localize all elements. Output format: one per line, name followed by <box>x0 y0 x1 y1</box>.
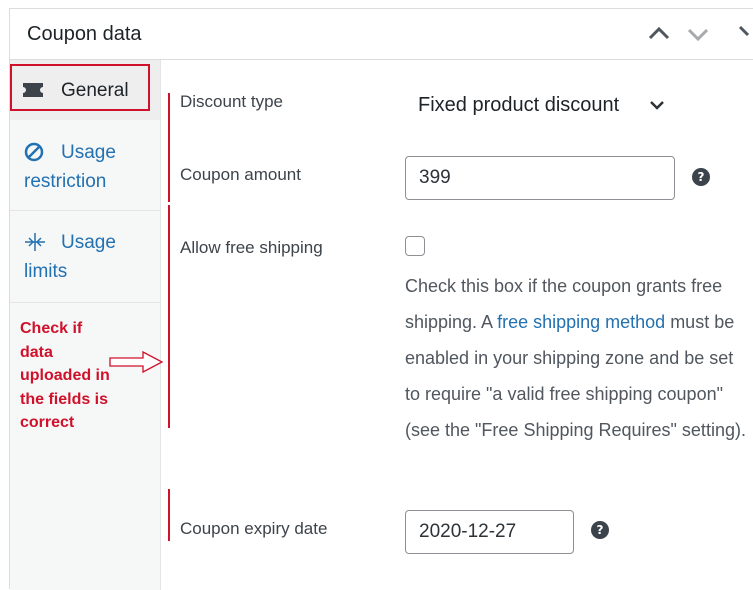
move-down-button[interactable] <box>685 21 711 47</box>
free-shipping-method-link[interactable]: free shipping method <box>497 312 665 332</box>
tab-general[interactable]: General <box>10 60 160 120</box>
tab-usage-limits[interactable]: Usage limits <box>10 222 160 303</box>
annotation-bracket-line <box>168 205 170 428</box>
annotation-arrow-icon <box>109 350 164 374</box>
annotation-line: correct <box>20 414 75 431</box>
ticket-icon <box>23 83 43 97</box>
coupon-tabs-sidebar: General Usage restriction Usage limits C… <box>10 60 164 590</box>
annotation-line: the fields is <box>20 390 109 408</box>
free-shipping-label: Allow free shipping <box>180 238 323 257</box>
chevron-down-icon <box>650 101 664 110</box>
tab-usage-restriction-label-2: restriction <box>24 171 107 192</box>
limits-icon <box>25 233 45 251</box>
discount-type-value: Fixed product discount <box>418 94 620 116</box>
panel-header: Coupon data <box>10 9 753 60</box>
chevron-up-icon <box>648 26 670 40</box>
collapse-arrow-icon <box>738 25 750 37</box>
annotation-note: Check if data uploaded in the fields is … <box>20 317 130 435</box>
discount-type-select[interactable]: Fixed product discount <box>413 92 683 122</box>
free-shipping-checkbox[interactable] <box>405 236 425 256</box>
discount-type-label: Discount type <box>180 92 283 111</box>
panel-title: Coupon data <box>27 23 142 45</box>
help-icon[interactable]: ? <box>692 168 710 186</box>
help-icon[interactable]: ? <box>591 521 609 539</box>
annotation-bracket-line <box>168 93 170 202</box>
coupon-amount-input[interactable]: 399 <box>405 156 675 200</box>
free-shipping-description: Check this box if the coupon grants free… <box>405 268 750 448</box>
tab-usage-restriction-label-1: Usage <box>61 142 116 163</box>
move-up-button[interactable] <box>646 21 672 47</box>
expiry-date-input[interactable]: 2020-12-27 <box>405 510 574 554</box>
chevron-down-icon <box>687 28 709 42</box>
annotation-line: Check if <box>20 320 83 337</box>
tab-usage-limits-label-2: limits <box>24 261 68 282</box>
tab-general-label: General <box>61 80 129 101</box>
annotation-bracket-line <box>168 489 170 541</box>
coupon-amount-label: Coupon amount <box>180 165 301 184</box>
coupon-data-panel: Coupon data General Usage restriction Us… <box>9 8 753 590</box>
expiry-date-label: Coupon expiry date <box>180 519 328 538</box>
tab-usage-limits-label-1: Usage <box>61 232 116 253</box>
tab-usage-restriction[interactable]: Usage restriction <box>10 130 160 211</box>
restricted-icon <box>24 142 44 162</box>
toggle-panel-button[interactable] <box>732 21 753 47</box>
